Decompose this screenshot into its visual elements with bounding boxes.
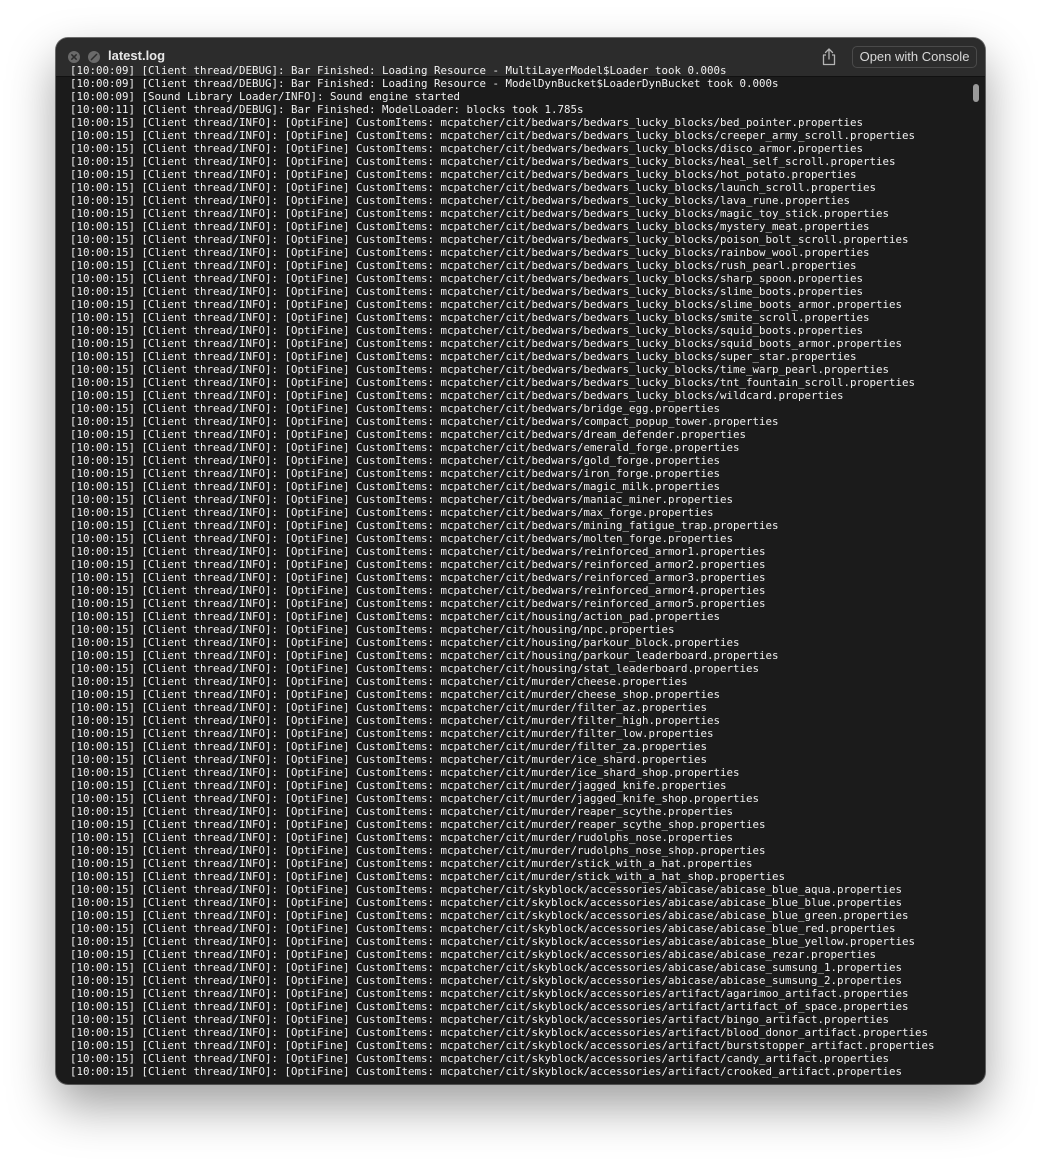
log-line: [10:00:15] [Client thread/INFO]: [OptiFi… — [70, 805, 734, 818]
log-line: [10:00:15] [Client thread/INFO]: [OptiFi… — [70, 948, 877, 961]
log-line: [10:00:15] [Client thread/INFO]: [OptiFi… — [70, 896, 903, 909]
log-line: [10:00:15] [Client thread/INFO]: [OptiFi… — [70, 675, 688, 688]
log-line: [10:00:15] [Client thread/INFO]: [OptiFi… — [70, 389, 844, 402]
log-line: [10:00:15] [Client thread/INFO]: [OptiFi… — [70, 402, 721, 415]
log-line: [10:00:15] [Client thread/INFO]: [OptiFi… — [70, 779, 727, 792]
log-line: [10:00:15] [Client thread/INFO]: [OptiFi… — [70, 714, 721, 727]
close-icon[interactable] — [68, 51, 80, 63]
log-line: [10:00:15] [Client thread/INFO]: [OptiFi… — [70, 493, 734, 506]
log-line: [10:00:15] [Client thread/INFO]: [OptiFi… — [70, 506, 714, 519]
scrollbar-thumb[interactable] — [973, 84, 979, 102]
log-line: [10:00:15] [Client thread/INFO]: [OptiFi… — [70, 207, 890, 220]
log-line: [10:00:15] [Client thread/INFO]: [OptiFi… — [70, 480, 721, 493]
log-line: [10:00:15] [Client thread/INFO]: [OptiFi… — [70, 974, 903, 987]
log-line: [10:00:15] [Client thread/INFO]: [OptiFi… — [70, 558, 766, 571]
log-line: [10:00:15] [Client thread/INFO]: [OptiFi… — [70, 376, 916, 389]
log-line: [10:00:11] [Client thread/DEBUG]: Bar Fi… — [70, 103, 584, 116]
log-line: [10:00:15] [Client thread/INFO]: [OptiFi… — [70, 766, 740, 779]
log-line: [10:00:15] [Client thread/INFO]: [OptiFi… — [70, 909, 909, 922]
log-line: [10:00:15] [Client thread/INFO]: [OptiFi… — [70, 571, 766, 584]
log-line: [10:00:15] [Client thread/INFO]: [OptiFi… — [70, 298, 903, 311]
log-line: [10:00:15] [Client thread/INFO]: [OptiFi… — [70, 428, 747, 441]
log-line: [10:00:15] [Client thread/INFO]: [OptiFi… — [70, 1013, 890, 1026]
log-line: [10:00:09] [Client thread/DEBUG]: Bar Fi… — [70, 77, 779, 90]
log-line: [10:00:15] [Client thread/INFO]: [OptiFi… — [70, 233, 909, 246]
log-window: latest.log Open with Console [10:00:09] … — [56, 38, 985, 1084]
log-line: [10:00:15] [Client thread/INFO]: [OptiFi… — [70, 740, 708, 753]
window-title: latest.log — [108, 48, 166, 63]
log-line: [10:00:15] [Client thread/INFO]: [OptiFi… — [70, 285, 864, 298]
log-line: [10:00:15] [Client thread/INFO]: [OptiFi… — [70, 597, 766, 610]
log-line: [10:00:15] [Client thread/INFO]: [OptiFi… — [70, 220, 870, 233]
log-line: [10:00:15] [Client thread/INFO]: [OptiFi… — [70, 441, 740, 454]
log-line: [10:00:15] [Client thread/INFO]: [OptiFi… — [70, 259, 857, 272]
log-line: [10:00:15] [Client thread/INFO]: [OptiFi… — [70, 987, 909, 1000]
log-line: [10:00:15] [Client thread/INFO]: [OptiFi… — [70, 857, 753, 870]
log-line: [10:00:15] [Client thread/INFO]: [OptiFi… — [70, 116, 864, 129]
log-line: [10:00:15] [Client thread/INFO]: [OptiFi… — [70, 194, 851, 207]
log-content[interactable]: [10:00:09] [Client thread/DEBUG]: Bar Fi… — [70, 64, 965, 1081]
log-line: [10:00:15] [Client thread/INFO]: [OptiFi… — [70, 181, 877, 194]
log-line: [10:00:15] [Client thread/INFO]: [OptiFi… — [70, 883, 903, 896]
log-line: [10:00:15] [Client thread/INFO]: [OptiFi… — [70, 337, 903, 350]
log-line: [10:00:15] [Client thread/INFO]: [OptiFi… — [70, 584, 766, 597]
log-line: [10:00:09] [Sound Library Loader/INFO]: … — [70, 90, 461, 103]
log-line: [10:00:15] [Client thread/INFO]: [OptiFi… — [70, 701, 708, 714]
log-line: [10:00:15] [Client thread/INFO]: [OptiFi… — [70, 467, 721, 480]
log-line: [10:00:15] [Client thread/INFO]: [OptiFi… — [70, 168, 857, 181]
log-line: [10:00:15] [Client thread/INFO]: [OptiFi… — [70, 532, 734, 545]
log-line: [10:00:15] [Client thread/INFO]: [OptiFi… — [70, 246, 870, 259]
log-line: [10:00:15] [Client thread/INFO]: [OptiFi… — [70, 155, 896, 168]
minimize-icon[interactable] — [88, 51, 100, 63]
log-line: [10:00:15] [Client thread/INFO]: [OptiFi… — [70, 844, 766, 857]
log-line: [10:00:15] [Client thread/INFO]: [OptiFi… — [70, 1065, 903, 1078]
log-line: [10:00:15] [Client thread/INFO]: [OptiFi… — [70, 1000, 909, 1013]
log-line: [10:00:15] [Client thread/INFO]: [OptiFi… — [70, 324, 864, 337]
log-line: [10:00:15] [Client thread/INFO]: [OptiFi… — [70, 545, 766, 558]
log-line: [10:00:15] [Client thread/INFO]: [OptiFi… — [70, 311, 870, 324]
log-line: [10:00:15] [Client thread/INFO]: [OptiFi… — [70, 688, 721, 701]
log-line: [10:00:15] [Client thread/INFO]: [OptiFi… — [70, 415, 779, 428]
log-line: [10:00:15] [Client thread/INFO]: [OptiFi… — [70, 870, 786, 883]
log-line: [10:00:15] [Client thread/INFO]: [OptiFi… — [70, 454, 721, 467]
log-line: [10:00:15] [Client thread/INFO]: [OptiFi… — [70, 610, 721, 623]
log-line: [10:00:15] [Client thread/INFO]: [OptiFi… — [70, 792, 760, 805]
log-line: [10:00:15] [Client thread/INFO]: [OptiFi… — [70, 649, 779, 662]
log-line: [10:00:15] [Client thread/INFO]: [OptiFi… — [70, 818, 766, 831]
log-line: [10:00:15] [Client thread/INFO]: [OptiFi… — [70, 142, 864, 155]
log-line: [10:00:09] [Client thread/DEBUG]: Bar Fi… — [70, 64, 727, 77]
log-line: [10:00:15] [Client thread/INFO]: [OptiFi… — [70, 350, 857, 363]
log-line: [10:00:15] [Client thread/INFO]: [OptiFi… — [70, 922, 896, 935]
log-line: [10:00:15] [Client thread/INFO]: [OptiFi… — [70, 129, 916, 142]
log-line: [10:00:15] [Client thread/INFO]: [OptiFi… — [70, 1026, 929, 1039]
log-line: [10:00:15] [Client thread/INFO]: [OptiFi… — [70, 662, 760, 675]
log-line: [10:00:15] [Client thread/INFO]: [OptiFi… — [70, 272, 864, 285]
log-line: [10:00:15] [Client thread/INFO]: [OptiFi… — [70, 623, 675, 636]
log-line: [10:00:15] [Client thread/INFO]: [OptiFi… — [70, 831, 734, 844]
log-line: [10:00:15] [Client thread/INFO]: [OptiFi… — [70, 935, 916, 948]
log-line: [10:00:15] [Client thread/INFO]: [OptiFi… — [70, 1052, 890, 1065]
log-line: [10:00:15] [Client thread/INFO]: [OptiFi… — [70, 636, 740, 649]
log-line: [10:00:15] [Client thread/INFO]: [OptiFi… — [70, 961, 903, 974]
log-line: [10:00:15] [Client thread/INFO]: [OptiFi… — [70, 519, 779, 532]
log-line: [10:00:15] [Client thread/INFO]: [OptiFi… — [70, 1039, 935, 1052]
log-line: [10:00:15] [Client thread/INFO]: [OptiFi… — [70, 753, 708, 766]
log-line: [10:00:15] [Client thread/INFO]: [OptiFi… — [70, 363, 890, 376]
log-line: [10:00:15] [Client thread/INFO]: [OptiFi… — [70, 727, 714, 740]
